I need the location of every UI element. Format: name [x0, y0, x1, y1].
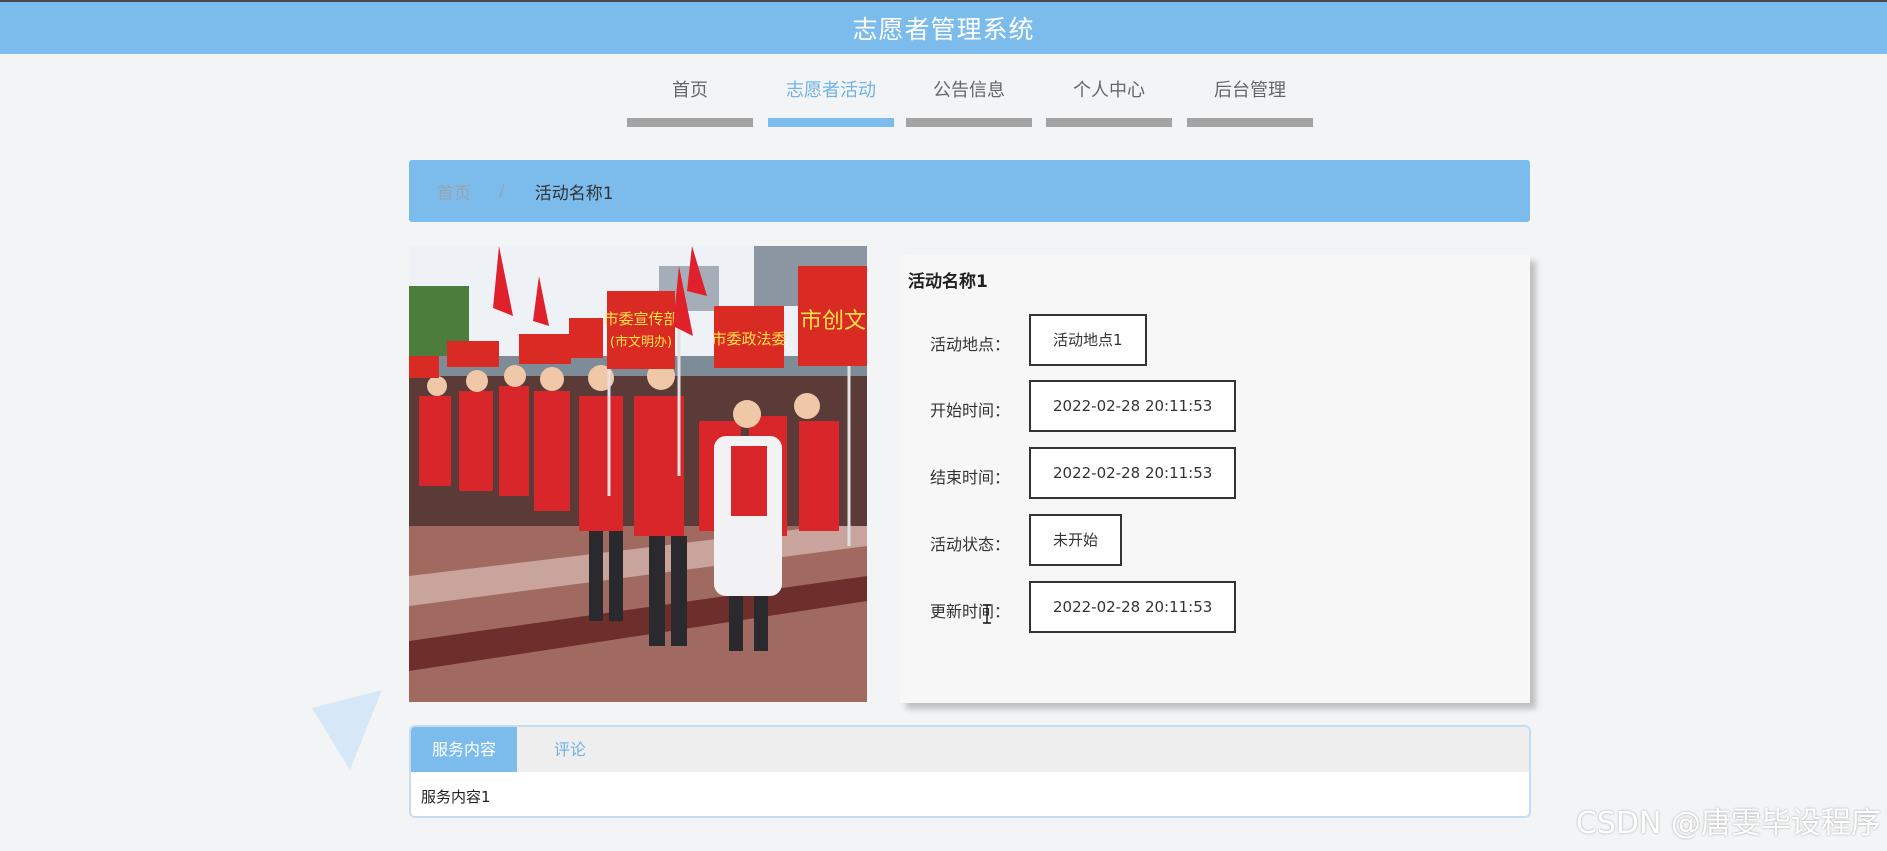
main-nav: 首页 志愿者活动 公告信息 个人中心 后台管理	[0, 75, 1887, 127]
field-updated-time-label: 更新时间：	[930, 602, 1011, 621]
field-status-value: 未开始	[1029, 514, 1123, 566]
field-start-time-label: 开始时间：	[930, 401, 1011, 420]
watermark: CSDN @唐雯毕设程序	[1575, 806, 1881, 841]
svg-text:市创文: 市创文	[800, 309, 866, 334]
breadcrumb-separator: /	[499, 181, 505, 201]
field-location-label: 活动地点：	[930, 335, 1011, 354]
svg-text:市委政法委: 市委政法委	[711, 330, 786, 348]
volunteer-crowd-image: 市委宣传部 (市文明办) 市委政法委 市创文	[409, 246, 867, 702]
nav-item-home[interactable]: 首页	[627, 75, 753, 127]
field-updated-time-value: 2022-02-28 20:11:53	[1029, 581, 1237, 633]
detail-tabs-panel: 服务内容 评论 服务内容1	[409, 725, 1531, 818]
decorative-triangle-icon	[312, 690, 382, 770]
breadcrumb: 首页 / 活动名称1	[409, 160, 1530, 222]
field-status-label: 活动状态：	[930, 535, 1011, 554]
app-title: 志愿者管理系统	[852, 15, 1035, 44]
tab-header: 服务内容 评论	[411, 727, 1529, 772]
nav-item-admin[interactable]: 后台管理	[1187, 75, 1313, 127]
svg-text:市委宣传部: 市委宣传部	[603, 310, 678, 328]
nav-item-announcements[interactable]: 公告信息	[906, 75, 1032, 127]
nav-item-volunteer-activities[interactable]: 志愿者活动	[768, 75, 894, 127]
tab-comments[interactable]: 评论	[517, 727, 623, 772]
app-header: 志愿者管理系统	[0, 0, 1887, 54]
breadcrumb-home-link[interactable]: 首页	[437, 179, 471, 204]
text-cursor-icon	[983, 604, 991, 624]
activity-name: 活动名称1	[908, 272, 988, 292]
field-location-value: 活动地点1	[1029, 314, 1147, 366]
svg-text:(市文明办): (市文明办)	[610, 334, 672, 350]
breadcrumb-current: 活动名称1	[534, 183, 614, 204]
tab-content-text: 服务内容1	[421, 788, 491, 806]
field-end-time-label: 结束时间：	[930, 468, 1011, 487]
activity-detail-card: 活动名称1 活动地点： 活动地点1 开始时间： 2022-02-28 20:11…	[900, 255, 1530, 703]
activity-photo: 市委宣传部 (市文明办) 市委政法委 市创文	[409, 246, 867, 702]
field-start-time-value: 2022-02-28 20:11:53	[1029, 380, 1237, 432]
tab-service-content[interactable]: 服务内容	[411, 727, 517, 772]
field-end-time-value: 2022-02-28 20:11:53	[1029, 447, 1237, 499]
nav-item-personal-center[interactable]: 个人中心	[1046, 75, 1172, 127]
